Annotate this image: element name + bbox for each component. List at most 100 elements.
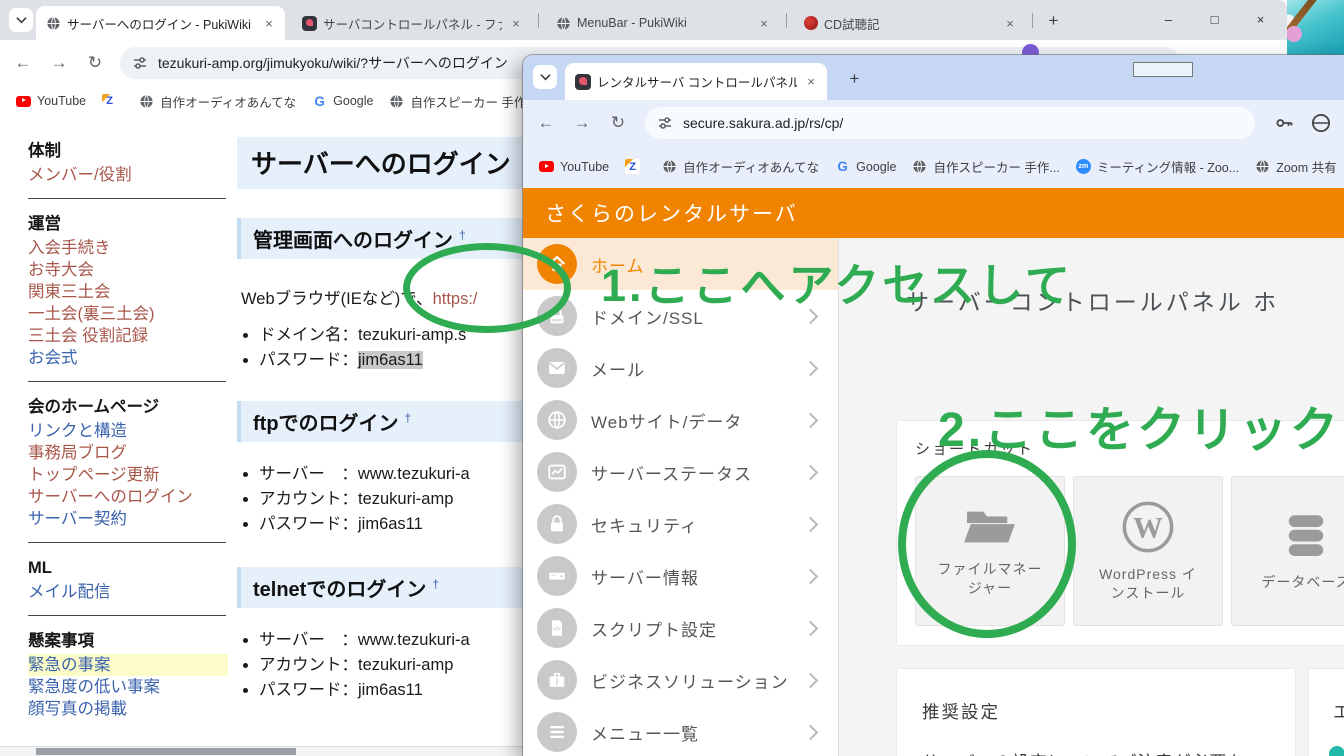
sakura-favicon-icon (575, 74, 591, 90)
menu-item-label: メール (591, 356, 645, 381)
sidebar-link[interactable]: 入会手続き (28, 237, 228, 259)
menu-item-home[interactable]: ホーム (523, 238, 838, 290)
sidebar-link[interactable]: 関東三土会 (28, 281, 228, 303)
https-link[interactable]: https:/ (433, 290, 478, 308)
tab-close-icon[interactable]: × (803, 74, 819, 90)
anchor-icon[interactable]: † (432, 577, 439, 591)
globe-icon (662, 159, 677, 174)
new-tab-button[interactable]: + (1040, 7, 1067, 34)
tile-label: WordPress インストール (1092, 565, 1204, 603)
sidebar-link[interactable]: 顔写真の掲載 (28, 698, 228, 720)
sidebar-link[interactable]: お会式 (28, 347, 228, 369)
chevron-down-icon (16, 16, 27, 24)
bookmark-google[interactable]: GGoogle (835, 159, 896, 174)
forward-button[interactable]: → (569, 110, 595, 136)
tile-wordpress-install[interactable]: W WordPress インストール (1073, 476, 1223, 626)
google-icon: G (312, 94, 327, 109)
tab-strip: レンタルサーバ コントロールパネル × + (523, 55, 1344, 100)
sidebar-link-highlighted[interactable]: 緊急の事案 (28, 654, 228, 676)
bookmark-speaker[interactable]: 自作スピーカー 手作... (912, 157, 1059, 176)
anchor-icon[interactable]: † (459, 228, 466, 242)
bookmark-zoom-meeting[interactable]: zmミーティング情報 - Zoo... (1076, 157, 1239, 176)
chevron-right-icon (803, 412, 819, 428)
menu-item-domain-ssl[interactable]: www ドメイン/SSL (523, 290, 838, 342)
minimize-button[interactable]: – (1146, 0, 1191, 38)
sidebar-link[interactable]: 一土会(裏三土会) (28, 303, 228, 325)
sidebar-link[interactable]: メンバー/役割 (28, 164, 228, 186)
password-key-icon[interactable] (1273, 112, 1295, 134)
reload-button[interactable]: ↻ (605, 110, 631, 136)
forward-button[interactable]: → (46, 50, 72, 76)
tab-title: サーバコントロールパネル - ファイルマ (323, 14, 502, 33)
close-button[interactable]: × (1238, 0, 1283, 38)
menu-item-menu-list[interactable]: メニュー一覧 (523, 706, 838, 756)
tile-file-manager[interactable]: ファイルマネージャー (915, 476, 1065, 626)
back-button[interactable]: ← (10, 50, 36, 76)
zoom-icon: zm (1076, 159, 1091, 174)
tab-pukiwiki-login[interactable]: サーバーへのログイン - PukiWiki × (36, 6, 285, 40)
bookmark-zoom-share[interactable]: Zoom 共有 (1255, 157, 1336, 176)
sidebar-link[interactable]: トップページ更新 (28, 464, 228, 486)
tab-control-panel-filemanager[interactable]: サーバコントロールパネル - ファイルマ × (292, 6, 532, 40)
scrollbar-thumb[interactable] (36, 748, 296, 755)
tab-close-icon[interactable]: × (261, 15, 277, 31)
ez-icon: Z (625, 159, 640, 174)
globe-icon (1255, 159, 1270, 174)
sidebar-link[interactable]: 事務局ブログ (28, 442, 228, 464)
globe-icon (912, 159, 927, 174)
divider (28, 198, 226, 199)
tab-close-icon[interactable]: × (508, 15, 524, 31)
new-tab-button[interactable]: + (841, 65, 868, 92)
menu-item-server-info[interactable]: サーバー情報 (523, 550, 838, 602)
tab-search-button[interactable] (533, 65, 557, 89)
tab-rental-server-cp[interactable]: レンタルサーバ コントロールパネル × (565, 63, 827, 100)
svg-text:</>: </> (553, 626, 561, 632)
anchor-icon[interactable]: † (405, 411, 412, 425)
divider (28, 381, 226, 382)
bookmark-youtube[interactable]: YouTube (539, 160, 609, 174)
sidebar-link[interactable]: 三土会 役割記録 (28, 325, 228, 347)
sidebar-link[interactable]: メイル配信 (28, 581, 228, 603)
bookmark-ez[interactable]: Z (102, 94, 123, 109)
sakura-header: さくらのレンタルサーバ (523, 188, 1344, 238)
tile-database[interactable]: データベース (1231, 476, 1344, 626)
page-title: サーバーへのログイン (251, 149, 511, 179)
menu-item-business-solution[interactable]: ビジネスソリューション (523, 654, 838, 706)
bookmarks-bar: YouTube Z 自作オーディオあんてな GGoogle 自作スピーカー 手作… (523, 145, 1344, 188)
extension-icon[interactable] (1311, 113, 1331, 133)
bookmark-ez[interactable]: Z (625, 159, 646, 174)
menu-item-mail[interactable]: メール (523, 342, 838, 394)
sidebar-link[interactable]: 緊急度の低い事案 (28, 676, 228, 698)
reload-button[interactable]: ↻ (82, 50, 108, 76)
sidebar-heading: 運営 (28, 212, 228, 237)
globe-icon (139, 94, 154, 109)
tab-title: サーバーへのログイン - PukiWiki (67, 14, 255, 33)
control-panel-body: ホーム www ドメイン/SSL メール Webサイト/データ サーバーステータ… (523, 238, 1344, 756)
sidebar-link[interactable]: お寺大会 (28, 259, 228, 281)
music-favicon-icon (804, 16, 818, 30)
tab-close-icon[interactable]: × (1002, 15, 1018, 31)
tab-search-button[interactable] (9, 8, 33, 32)
address-bar[interactable]: secure.sakura.ad.jp/rs/cp/ (645, 107, 1255, 139)
menu-item-security[interactable]: セキュリティ (523, 498, 838, 550)
sidebar-link[interactable]: サーバー契約 (28, 508, 228, 530)
password-value: jim6as11 (358, 351, 423, 369)
sidebar-heading: ML (28, 556, 228, 581)
tab-close-icon[interactable]: × (756, 15, 772, 31)
tab-menubar-pukiwiki[interactable]: MenuBar - PukiWiki × (546, 6, 780, 40)
menu-item-label: セキュリティ (591, 512, 698, 537)
bookmark-speaker[interactable]: 自作スピーカー 手作... (389, 92, 536, 111)
maximize-button[interactable]: □ (1192, 0, 1237, 38)
bookmark-audio-antenna[interactable]: 自作オーディオあんてな (139, 92, 296, 111)
tab-cd-review[interactable]: CD試聴記 × (794, 6, 1026, 40)
bookmark-youtube[interactable]: YouTube (16, 94, 86, 108)
bookmark-google[interactable]: GGoogle (312, 94, 373, 109)
sidebar-link[interactable]: リンクと構造 (28, 420, 228, 442)
control-panel-menu: ホーム www ドメイン/SSL メール Webサイト/データ サーバーステータ… (523, 238, 839, 756)
menu-item-website-data[interactable]: Webサイト/データ (523, 394, 838, 446)
menu-item-server-status[interactable]: サーバーステータス (523, 446, 838, 498)
sidebar-link[interactable]: サーバーへのログイン (28, 486, 228, 508)
back-button[interactable]: ← (533, 110, 559, 136)
bookmark-audio-antenna[interactable]: 自作オーディオあんてな (662, 157, 819, 176)
menu-item-script-settings[interactable]: </> スクリプト設定 (523, 602, 838, 654)
